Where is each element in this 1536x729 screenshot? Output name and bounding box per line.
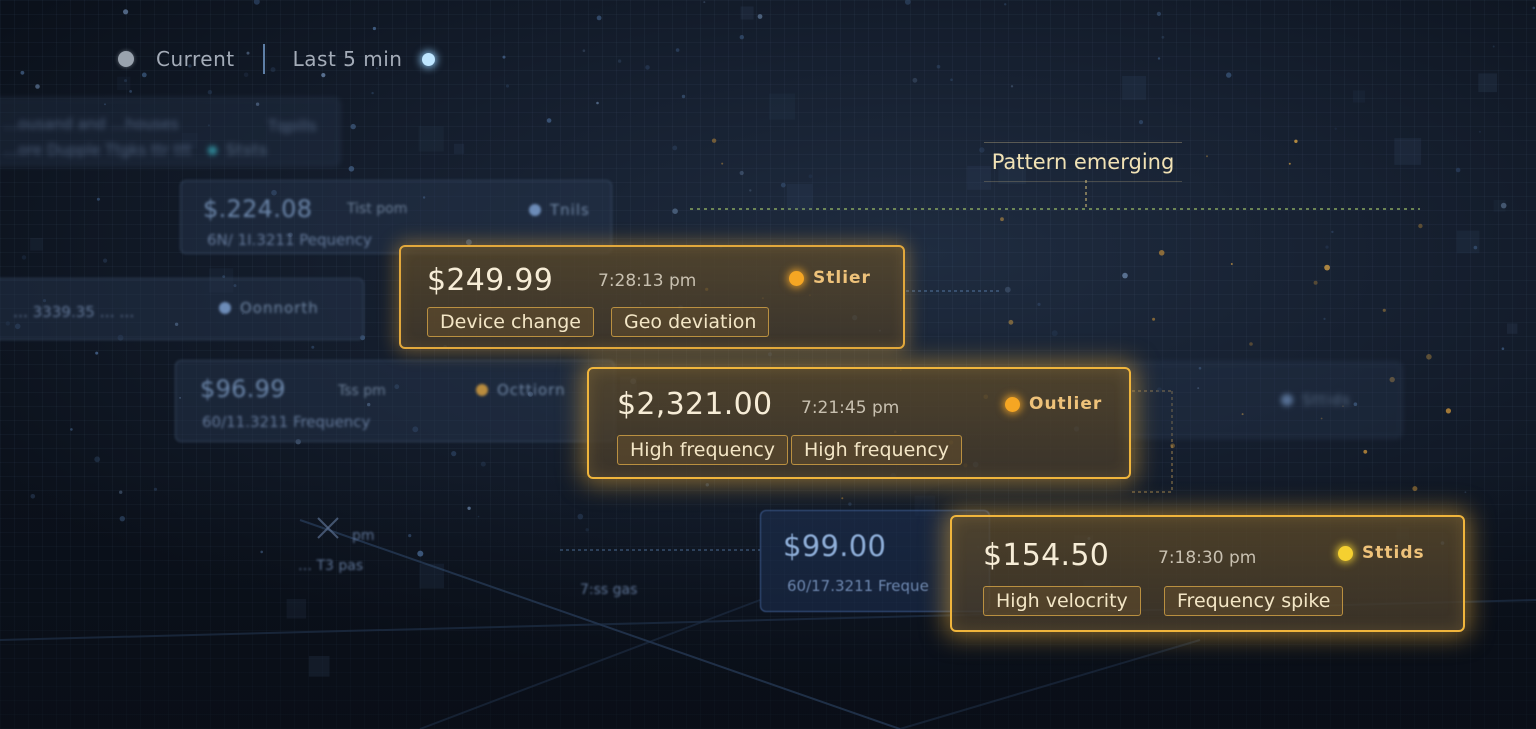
ghost-card-time: Tss pm: [338, 383, 386, 399]
status-dot-icon: [208, 145, 217, 155]
ghost-transaction-card[interactable]: $96.99 Tss pm 60/11.3211 Frequency Octti…: [175, 360, 615, 442]
ghost-card-status: Ststs: [208, 141, 268, 159]
risk-tag[interactable]: Geo deviation: [611, 307, 770, 337]
transaction-time: 7:18:30 pm: [1158, 548, 1257, 568]
ghost-card-amount: $99.00: [783, 529, 887, 563]
transaction-status: Sttids: [1338, 543, 1425, 563]
current-dot-icon: [118, 51, 134, 67]
live-dot-icon: [422, 52, 436, 66]
filter-divider: [262, 44, 265, 74]
status-dot-icon: [1338, 545, 1353, 561]
transaction-card[interactable]: $2,321.00 7:21:45 pm Outlier High freque…: [587, 367, 1131, 479]
ghost-status-label: Octtiorn: [497, 381, 566, 399]
ghost-card-status: Sttids: [1281, 391, 1351, 409]
transaction-amount: $249.99: [427, 263, 554, 298]
ghost-transaction-card[interactable]: Sttids: [1120, 362, 1402, 438]
status-dot-icon: [529, 204, 541, 216]
ghost-card-line: …ousand and …houses: [3, 115, 179, 133]
status-dot-icon: [1281, 394, 1293, 406]
transaction-time: 7:28:13 pm: [598, 271, 697, 291]
transaction-time: 7:21:45 pm: [801, 398, 900, 418]
ghost-card-label: Tqpills: [268, 117, 317, 135]
ghost-card-time: Tist pom: [347, 201, 408, 217]
transaction-amount: $2,321.00: [617, 387, 773, 422]
ghost-card-meta: 60/17.3211 Freque: [787, 577, 929, 595]
status-dot-icon: [1005, 396, 1020, 412]
transaction-card[interactable]: $249.99 7:28:13 pm Stlier Device change …: [399, 245, 905, 349]
floor-label: … T3 pas: [298, 558, 364, 574]
ghost-status-label: Tnils: [550, 201, 590, 219]
ghost-card-meta: 60/11.3211 Frequency: [202, 413, 371, 431]
status-label: Stlier: [813, 268, 871, 288]
pattern-emerging-label: Pattern emerging: [984, 142, 1182, 182]
risk-tag[interactable]: Frequency spike: [1164, 586, 1344, 616]
ghost-status-label: Sttids: [1302, 391, 1351, 409]
status-dot-icon: [476, 384, 488, 396]
ghost-status-label: Ststs: [226, 141, 268, 159]
status-dot-icon: [789, 270, 804, 286]
ghost-card-meta: 6N/ 1I.3211 Pequency: [207, 231, 372, 249]
floor-label: pm: [352, 528, 375, 544]
ghost-card-status: Tnils: [529, 201, 590, 219]
ghost-card-meta: … 3339.35 … …: [13, 303, 135, 321]
risk-tag[interactable]: Device change: [427, 307, 594, 337]
filter-last-5-min[interactable]: Last 5 min: [293, 47, 436, 71]
status-label: Outlier: [1029, 394, 1103, 414]
ghost-card-amount: $.224.08: [203, 195, 313, 223]
ghost-transaction-card[interactable]: $.224.08 Tist pom 6N/ 1I.3211 Pequency T…: [180, 180, 612, 254]
risk-tag[interactable]: High frequency: [791, 435, 963, 465]
ghost-status-label: Oonnorth: [240, 299, 319, 317]
status-label: Sttids: [1362, 543, 1425, 563]
ghost-card-amount: $96.99: [200, 375, 286, 403]
time-filter-bar: Current Last 5 min: [118, 42, 436, 76]
transaction-card[interactable]: $154.50 7:18:30 pm Sttids High velocrity…: [950, 515, 1465, 632]
risk-tag[interactable]: High velocrity: [983, 586, 1141, 616]
ghost-transaction-card[interactable]: …ousand and …houses Tqpills …ore Dupple …: [0, 98, 340, 166]
transaction-status: Outlier: [1005, 394, 1102, 414]
status-dot-icon: [219, 302, 231, 314]
filter-current[interactable]: Current: [118, 47, 235, 71]
transaction-status: Stlier: [789, 268, 871, 288]
floor-label: 7:ss gas: [580, 582, 638, 598]
ghost-card-status: Oonnorth: [219, 299, 319, 317]
risk-tag[interactable]: High frequency: [617, 435, 789, 465]
pattern-label-text: Pattern emerging: [991, 150, 1175, 174]
filter-current-label: Current: [156, 47, 235, 71]
transaction-amount: $154.50: [983, 538, 1110, 573]
ghost-transaction-card[interactable]: … 3339.35 … … Oonnorth: [0, 278, 364, 340]
ghost-card-status: Octtiorn: [476, 381, 566, 399]
filter-last-label: Last 5 min: [292, 47, 403, 71]
ghost-card-meta: …ore Dupple Ttgks ttr ttt: [3, 141, 192, 159]
